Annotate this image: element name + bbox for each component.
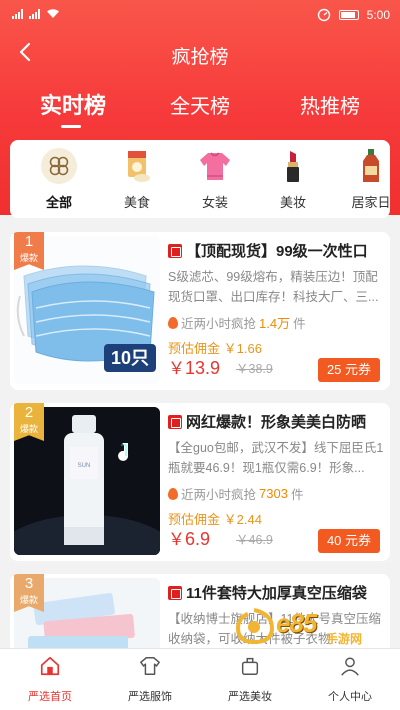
sales-unit: 件 bbox=[290, 488, 304, 502]
product-title-text: 【顶配现货】99级一次性口 bbox=[186, 243, 368, 260]
rank-badge: 2 爆款 bbox=[14, 403, 44, 441]
all-grid-icon bbox=[41, 148, 77, 184]
signal-icon bbox=[29, 8, 40, 19]
category-label: 全部 bbox=[45, 195, 72, 210]
category-label: 美食 bbox=[123, 195, 150, 210]
price: ￥13.9 bbox=[168, 354, 220, 379]
bottom-nav-home[interactable]: 严选首页 bbox=[0, 655, 100, 704]
price-value: 6.9 bbox=[185, 529, 211, 549]
category-food[interactable]: 美食 bbox=[102, 148, 172, 211]
nav-bar: 疯抢榜 bbox=[0, 30, 400, 76]
rank-tag: 爆款 bbox=[19, 595, 38, 605]
bottle-icon bbox=[353, 148, 389, 184]
lipstick-icon bbox=[275, 148, 311, 184]
product-title-text: 网红爆款！形象美美白防晒 bbox=[186, 414, 367, 431]
watermark-logo: e85 手游网 bbox=[232, 606, 382, 650]
user-icon bbox=[341, 657, 359, 676]
battery-icon bbox=[338, 10, 359, 20]
shirt-icon bbox=[140, 657, 160, 675]
bottom-nav-apparel[interactable]: 严选服饰 bbox=[100, 655, 200, 704]
tmall-icon bbox=[168, 585, 182, 600]
active-tab-indicator bbox=[61, 125, 81, 128]
coupon-button[interactable]: 40 元券 bbox=[318, 529, 380, 553]
tmall-icon bbox=[168, 243, 182, 258]
makeup-icon bbox=[241, 657, 259, 675]
watermark-emblem-icon bbox=[235, 608, 275, 645]
category-label: 女装 bbox=[201, 195, 228, 210]
sales-unit: 件 bbox=[293, 317, 306, 331]
fire-icon bbox=[168, 487, 178, 500]
sales-count: 7303 bbox=[259, 486, 288, 501]
product-title-text: 11件套特大加厚真空压缩袋 bbox=[186, 585, 367, 602]
product-title: 【顶配现货】99级一次性口 bbox=[168, 240, 384, 261]
price-value: 13.9 bbox=[185, 358, 221, 378]
price-symbol: ￥ bbox=[168, 359, 185, 378]
bottom-nav-label: 严选服饰 bbox=[128, 691, 172, 703]
sales-label: 近两小时疯抢 bbox=[181, 488, 257, 502]
category-label: 美妆 bbox=[279, 195, 306, 210]
wifi-icon bbox=[47, 9, 59, 18]
price: ￥6.9 bbox=[168, 525, 210, 550]
ranking-tabs: 实时榜 全天榜 热推榜 bbox=[0, 85, 400, 135]
rank-badge: 3 爆款 bbox=[14, 574, 44, 612]
category-makeup[interactable]: 美妆 bbox=[258, 148, 328, 211]
watermark-text: e85 bbox=[276, 608, 317, 638]
tab-all-day[interactable]: 全天榜 bbox=[170, 90, 230, 119]
bottom-nav-label: 严选美妆 bbox=[228, 691, 272, 703]
product-title: 网红爆款！形象美美白防晒 bbox=[168, 411, 384, 432]
watermark-subtext: 手游网 bbox=[326, 632, 363, 646]
tab-realtime[interactable]: 实时榜 bbox=[40, 88, 106, 120]
category-label: 居家日 bbox=[351, 195, 390, 210]
signal-icon bbox=[12, 8, 23, 19]
home-icon bbox=[40, 656, 60, 676]
rank-number: 2 bbox=[24, 404, 34, 421]
sales-info: 近两小时疯抢 7303 件 bbox=[168, 484, 384, 503]
rank-tag: 爆款 bbox=[19, 424, 38, 434]
rank-number: 3 bbox=[24, 575, 34, 592]
image-count-badge: 10只 bbox=[104, 344, 156, 372]
coupon-button[interactable]: 25 元券 bbox=[318, 358, 380, 382]
speedometer-icon bbox=[317, 8, 330, 22]
bottom-nav-makeup[interactable]: 严选美妆 bbox=[200, 655, 300, 704]
rank-number: 1 bbox=[24, 233, 34, 250]
tmall-icon bbox=[168, 414, 182, 429]
category-all[interactable]: 全部 bbox=[24, 148, 94, 211]
original-price: ￥46.9 bbox=[236, 533, 273, 547]
product-card[interactable]: SUN 2 爆款 网红爆款！形象美美白防晒 【全guo包邮，武汉不发】线下屈臣氏… bbox=[10, 403, 390, 561]
rank-tag: 爆款 bbox=[19, 253, 38, 263]
sales-label: 近两小时疯抢 bbox=[181, 317, 257, 331]
bottom-nav-label: 个人中心 bbox=[328, 691, 372, 703]
product-desc: S级滤芯、99级熔布，精装压边！顶配现货口罩、出口库存！科技大厂、三... bbox=[168, 270, 379, 304]
bottom-nav: 严选首页 严选服饰 严选美妆 个人中心 bbox=[0, 648, 400, 710]
page-title: 疯抢榜 bbox=[171, 47, 229, 68]
status-time: 5:00 bbox=[366, 8, 390, 22]
category-womenswear[interactable]: 女装 bbox=[180, 148, 250, 211]
sweater-icon bbox=[197, 148, 233, 184]
category-bar: 全部 美食 女装 美妆 居家日 bbox=[10, 140, 390, 218]
category-home[interactable]: 居家日 bbox=[336, 148, 390, 211]
bottom-nav-profile[interactable]: 个人中心 bbox=[300, 655, 400, 704]
status-bar: 5:00 bbox=[0, 0, 400, 30]
snack-bag-icon bbox=[119, 148, 155, 184]
sales-count: 1.4万 bbox=[259, 316, 291, 331]
product-title: 11件套特大加厚真空压缩袋 bbox=[168, 582, 384, 603]
sales-info: 近两小时疯抢 1.4万 件 bbox=[168, 313, 384, 332]
product-card[interactable]: 10只 1 爆款 【顶配现货】99级一次性口 S级滤芯、99级熔布，精装压边！顶… bbox=[10, 232, 390, 390]
price-symbol: ￥ bbox=[168, 530, 185, 549]
rank-badge: 1 爆款 bbox=[14, 232, 44, 270]
original-price: ￥38.9 bbox=[236, 362, 273, 376]
product-desc: 【全guo包邮，武汉不发】线下屈臣氏1瓶就要46.9！现1瓶仅需6.9！形象..… bbox=[168, 441, 384, 475]
bottom-nav-label: 严选首页 bbox=[28, 691, 72, 703]
tab-hot-push[interactable]: 热推榜 bbox=[300, 90, 360, 119]
fire-icon bbox=[168, 316, 178, 329]
svg-text:SUN: SUN bbox=[78, 463, 91, 469]
